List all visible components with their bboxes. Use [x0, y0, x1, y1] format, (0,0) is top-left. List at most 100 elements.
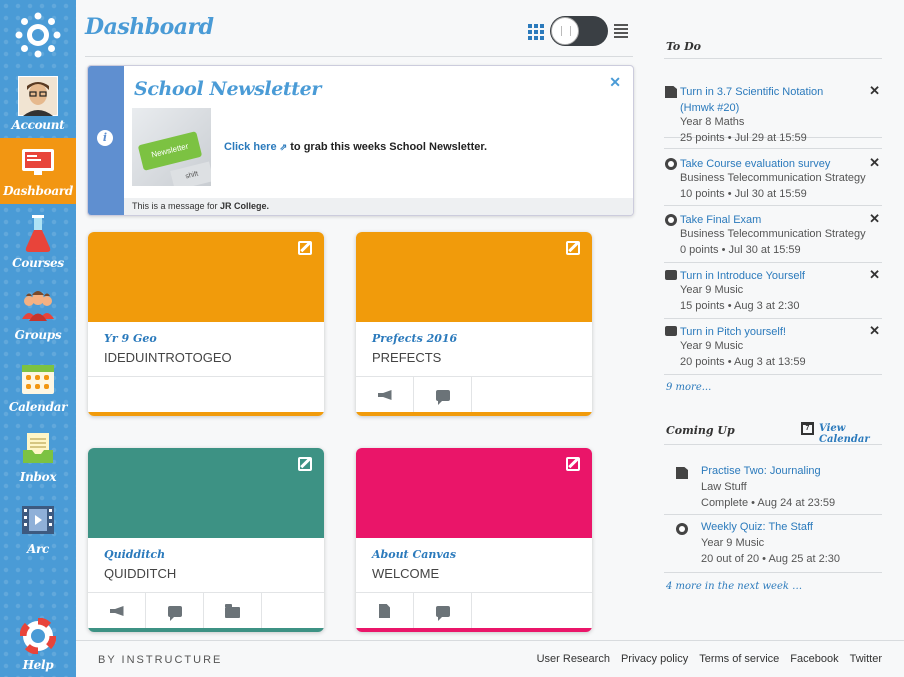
- dismiss-icon[interactable]: ✕: [869, 211, 880, 227]
- course-name[interactable]: About Canvas: [372, 548, 456, 561]
- dismiss-icon[interactable]: ✕: [869, 267, 880, 283]
- todo-course: Year 8 Maths: [680, 116, 745, 128]
- assignment-icon: [665, 86, 677, 98]
- flask-icon: [18, 214, 58, 254]
- footer-link[interactable]: Terms of service: [699, 653, 779, 665]
- list-view-icon[interactable]: [614, 24, 628, 38]
- discussions-button[interactable]: [414, 377, 472, 413]
- coming-up-title[interactable]: Practise Two: Journaling: [701, 465, 821, 477]
- announcement-icon: [377, 390, 392, 400]
- edit-icon[interactable]: [298, 241, 312, 255]
- todo-item[interactable]: Take Final Exam Business Telecommunicati…: [664, 210, 882, 266]
- card-color-bar: [356, 628, 592, 632]
- view-calendar-link[interactable]: View Calendar: [819, 423, 882, 445]
- assignments-button[interactable]: [356, 593, 414, 629]
- todo-item[interactable]: Turn in Introduce Yourself Year 9 Music …: [664, 266, 882, 322]
- course-name[interactable]: Prefects 2016: [372, 332, 457, 345]
- todo-title[interactable]: Turn in Introduce Yourself: [680, 268, 860, 284]
- coming-up-course: Law Stuff: [701, 481, 747, 493]
- coming-up-title[interactable]: Weekly Quiz: The Staff: [701, 521, 813, 533]
- discussions-button[interactable]: [414, 593, 472, 629]
- nav-label: Groups: [14, 328, 62, 342]
- dismiss-icon[interactable]: ✕: [869, 155, 880, 171]
- coming-up-item[interactable]: Weekly Quiz: The Staff Year 9 Music 20 o…: [664, 519, 882, 575]
- close-icon[interactable]: ✕: [609, 74, 621, 91]
- calendar-icon[interactable]: 7: [801, 422, 814, 435]
- canvas-logo-icon[interactable]: [13, 10, 63, 60]
- nav-groups[interactable]: Groups: [0, 282, 76, 348]
- todo-item[interactable]: Take Course evaluation survey Business T…: [664, 154, 882, 210]
- todo-title[interactable]: Take Course evaluation survey: [680, 156, 860, 172]
- course-name[interactable]: Quidditch: [104, 548, 165, 561]
- newsletter-title: School Newsletter: [134, 78, 321, 100]
- course-code: IDEDUINTROTOGEO: [104, 350, 232, 365]
- footer-link[interactable]: Twitter: [850, 653, 882, 665]
- coming-up-heading: Coming Up: [666, 424, 735, 437]
- announcements-button[interactable]: [356, 377, 414, 413]
- divider: [664, 262, 882, 263]
- avatar: [18, 76, 58, 116]
- edit-icon[interactable]: [566, 457, 580, 471]
- files-button[interactable]: [204, 593, 262, 629]
- announcement-sidebar: i: [88, 66, 124, 215]
- footer-brand[interactable]: BY INSTRUCTURE: [98, 654, 222, 666]
- course-card[interactable]: Yr 9 Geo IDEDUINTROTOGEO: [88, 232, 324, 416]
- course-card[interactable]: About Canvas WELCOME: [356, 448, 592, 632]
- card-hero[interactable]: [88, 232, 324, 322]
- card-hero[interactable]: [356, 232, 592, 322]
- todo-meta: 20 points • Aug 3 at 13:59: [680, 356, 806, 368]
- course-name[interactable]: Yr 9 Geo: [104, 332, 157, 345]
- todo-item[interactable]: Turn in 3.7 Scientific Notation (Hmwk #2…: [664, 82, 882, 144]
- card-hero[interactable]: [356, 448, 592, 538]
- discussions-button[interactable]: [146, 593, 204, 629]
- discussion-icon: [435, 605, 450, 621]
- switch-knob[interactable]: [551, 17, 579, 45]
- nav-account[interactable]: Account: [0, 72, 76, 138]
- edit-icon[interactable]: [298, 457, 312, 471]
- todo-title[interactable]: Take Final Exam: [680, 212, 860, 228]
- nav-label: Arc: [26, 542, 50, 556]
- discussion-icon: [435, 389, 450, 405]
- footer-links: User Research Privacy policy Terms of se…: [537, 653, 882, 665]
- coming-up-more-link[interactable]: 4 more in the next week …: [666, 581, 802, 592]
- course-card[interactable]: Prefects 2016 PREFECTS: [356, 232, 592, 416]
- nav-dashboard[interactable]: Dashboard: [0, 138, 76, 204]
- global-nav: Account Dashboard Courses Groups Calenda…: [0, 0, 76, 677]
- course-card[interactable]: Quidditch QUIDDITCH: [88, 448, 324, 632]
- divider: [664, 444, 882, 445]
- view-toggle[interactable]: [528, 16, 628, 46]
- todo-meta: 15 points • Aug 3 at 2:30: [680, 300, 800, 312]
- discussion-icon: [167, 605, 182, 621]
- dismiss-icon[interactable]: ✕: [869, 83, 880, 99]
- nav-calendar[interactable]: Calendar: [0, 354, 76, 420]
- nav-inbox[interactable]: Inbox: [0, 424, 76, 490]
- todo-title[interactable]: Turn in 3.7 Scientific Notation (Hmwk #2…: [680, 84, 860, 116]
- dismiss-icon[interactable]: ✕: [869, 323, 880, 339]
- nav-arc[interactable]: Arc: [0, 496, 76, 562]
- footer-link[interactable]: User Research: [537, 653, 610, 665]
- footer-link[interactable]: Privacy policy: [621, 653, 688, 665]
- grid-view-icon[interactable]: [528, 22, 546, 40]
- card-color-bar: [88, 412, 324, 416]
- card-hero[interactable]: [88, 448, 324, 538]
- nav-label: Courses: [12, 256, 64, 270]
- nav-label: Inbox: [19, 470, 57, 484]
- course-code: QUIDDITCH: [104, 566, 177, 581]
- divider: [85, 56, 633, 57]
- edit-icon[interactable]: [566, 241, 580, 255]
- newsletter-text: to grab this weeks School Newsletter.: [290, 141, 488, 153]
- divider: [664, 148, 882, 149]
- nav-help[interactable]: Help: [0, 612, 76, 677]
- footer-link[interactable]: Facebook: [790, 653, 838, 665]
- discussion-icon: [665, 270, 677, 280]
- nav-courses[interactable]: Courses: [0, 210, 76, 276]
- view-switch[interactable]: [550, 16, 608, 46]
- coming-up-item[interactable]: Practise Two: Journaling Law Stuff Compl…: [664, 463, 882, 519]
- todo-title[interactable]: Turn in Pitch yourself!: [680, 324, 860, 340]
- todo-more-link[interactable]: 9 more...: [666, 382, 711, 393]
- course-code: WELCOME: [372, 566, 440, 581]
- coming-up-meta: 20 out of 20 • Aug 25 at 2:30: [701, 553, 841, 565]
- todo-item[interactable]: Turn in Pitch yourself! Year 9 Music 20 …: [664, 322, 882, 378]
- newsletter-link[interactable]: Click here: [224, 141, 277, 153]
- announcements-button[interactable]: [88, 593, 146, 629]
